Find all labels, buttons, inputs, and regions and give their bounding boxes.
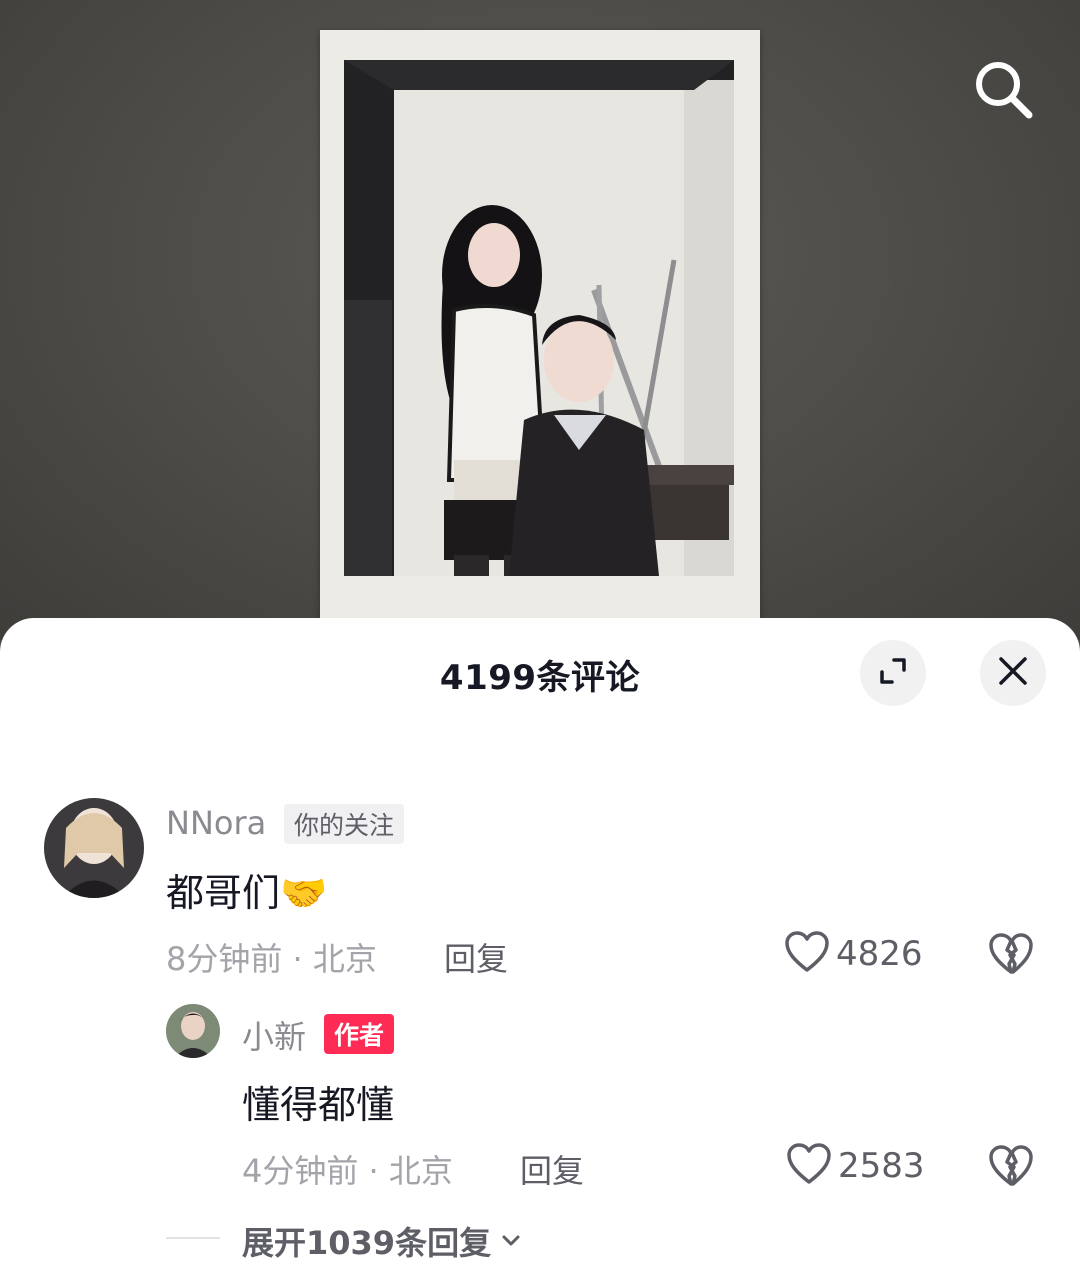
expand-replies-button[interactable]: 展开1039条回复 xyxy=(242,1218,523,1264)
photo-image xyxy=(344,60,734,576)
expand-divider xyxy=(166,1237,220,1239)
reply-username[interactable]: 小新 xyxy=(242,1012,306,1058)
like-count: 2583 xyxy=(838,1146,925,1186)
broken-heart-icon xyxy=(988,1145,1034,1192)
expand-replies-label: 展开1039条回复 xyxy=(242,1224,492,1262)
heart-outline-icon xyxy=(784,930,830,978)
like-count: 4826 xyxy=(836,934,923,974)
chevron-down-icon xyxy=(499,1222,523,1260)
dislike-button[interactable] xyxy=(988,1144,1034,1192)
comments-panel: 4199条评论 NNora 你的关注 都哥们🤝 8分钟前 · 北京 回复 482… xyxy=(0,618,1080,1281)
reply-meta: 4分钟前 · 北京 xyxy=(242,1152,453,1190)
author-badge: 作者 xyxy=(324,1014,395,1054)
avatar[interactable] xyxy=(44,798,144,898)
expand-button[interactable] xyxy=(860,640,926,706)
reply-button[interactable]: 回复 xyxy=(520,1146,584,1192)
heart-outline-icon xyxy=(786,1142,832,1190)
search-icon[interactable] xyxy=(972,58,1036,122)
polaroid-photo xyxy=(320,30,760,630)
dislike-button[interactable] xyxy=(988,932,1034,980)
like-button[interactable]: 4826 xyxy=(784,930,923,978)
comment-meta: 8分钟前 · 北京 xyxy=(166,940,377,978)
comment-username[interactable]: NNora xyxy=(166,804,266,842)
close-icon xyxy=(996,654,1030,692)
close-button[interactable] xyxy=(980,640,1046,706)
expand-icon xyxy=(876,654,910,692)
broken-heart-icon xyxy=(988,933,1034,980)
reply-button[interactable]: 回复 xyxy=(444,934,508,980)
avatar[interactable] xyxy=(166,1004,220,1058)
like-button[interactable]: 2583 xyxy=(786,1142,925,1190)
reply-text: 懂得都懂 xyxy=(242,1083,395,1127)
comment-text: 都哥们🤝 xyxy=(166,871,328,915)
follow-badge: 你的关注 xyxy=(284,804,405,844)
